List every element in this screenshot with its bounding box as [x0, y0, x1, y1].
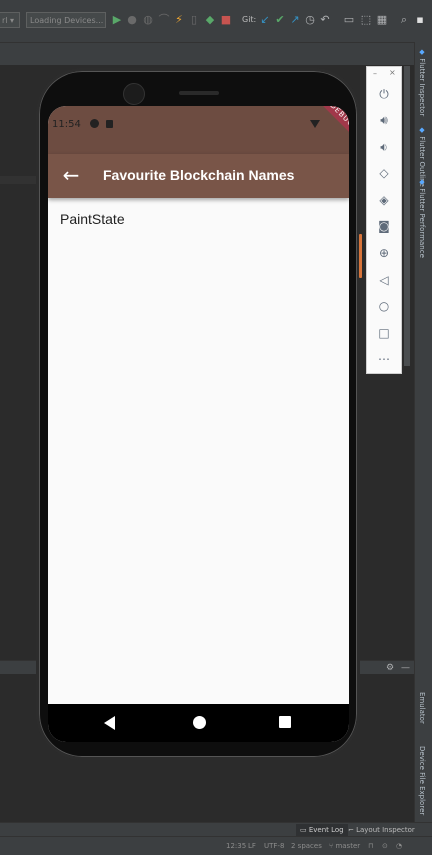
status-time: 11:54: [52, 119, 81, 130]
status-settings-icon: [90, 119, 99, 128]
stop-icon[interactable]: ■: [220, 13, 232, 27]
git-commit-icon[interactable]: ✔: [274, 13, 286, 27]
volume-down-icon[interactable]: 🔉︎: [367, 134, 401, 160]
editor-tab-strip: [0, 43, 414, 66]
gear-icon[interactable]: ⚙: [386, 661, 394, 675]
rotate-left-icon[interactable]: ◇: [367, 160, 401, 186]
app-bar: ← Favourite Blockchain Names: [48, 154, 349, 198]
panel-close-icon[interactable]: ×: [389, 68, 396, 77]
inspector-icon[interactable]: ⊙: [382, 837, 388, 855]
more-icon[interactable]: ⋯: [367, 346, 401, 372]
volume-up-icon[interactable]: 🔊︎: [367, 107, 401, 133]
flutter-inspector-label: Flutter Inspector: [418, 58, 426, 117]
emulator-control-panel: – × ⏻ 🔊︎ 🔉︎ ◇ ◈ ◙ ⊕ ◁ ○ □ ⋯: [366, 66, 402, 374]
status-sim-icon: [106, 120, 113, 128]
device-manager-icon[interactable]: ▦: [376, 13, 388, 27]
editor-highlight: [0, 176, 36, 184]
nav-overview-icon[interactable]: [279, 716, 291, 728]
zoom-icon[interactable]: ⊕: [367, 240, 401, 266]
notification-icon[interactable]: ◔: [396, 837, 402, 855]
overview-icon[interactable]: □: [367, 320, 401, 346]
appbar-title: Favourite Blockchain Names: [103, 167, 295, 183]
flutter-performance-tab[interactable]: ◆ Flutter Performance: [418, 178, 426, 258]
body-text: PaintState: [60, 211, 125, 227]
wifi-icon: [310, 120, 320, 128]
indent-setting[interactable]: 2 spaces: [291, 837, 322, 855]
hot-restart-icon[interactable]: ▯: [188, 13, 200, 27]
back-arrow-icon[interactable]: ←: [60, 162, 82, 188]
nav-home-icon[interactable]: [193, 716, 206, 729]
caret-position[interactable]: 12:35: [226, 837, 246, 855]
back-icon[interactable]: ◁: [367, 267, 401, 293]
debug-icon[interactable]: ●: [126, 13, 138, 27]
camera-icon[interactable]: ◙: [367, 213, 401, 239]
editor-scrollbar[interactable]: [404, 66, 410, 366]
git-branch-label: master: [335, 842, 361, 850]
panel-minimize-icon[interactable]: –: [373, 69, 377, 78]
git-push-icon[interactable]: ↗: [289, 13, 301, 27]
emulator-tab[interactable]: Emulator: [418, 692, 426, 724]
phone-speaker: [179, 91, 219, 95]
device-combo-label: Loading Devices...: [30, 16, 104, 25]
rotate-right-icon[interactable]: ◈: [367, 187, 401, 213]
phone-side-button: [359, 234, 362, 278]
sdk-manager-icon[interactable]: ⬚: [360, 13, 372, 27]
phone-screen: 11:54 DEBUG ← Favourite Blockchain Names…: [48, 106, 349, 742]
device-file-explorer-label: Device File Explorer: [418, 746, 426, 816]
emulator-label: Emulator: [418, 692, 426, 724]
layout-inspector-tab[interactable]: ⌐ Layout Inspector: [348, 824, 415, 836]
android-status-bar: 11:54 DEBUG: [48, 106, 349, 154]
file-encoding[interactable]: UTF-8: [264, 837, 284, 855]
run-config-combo[interactable]: rl ▾: [0, 12, 20, 28]
git-history-icon[interactable]: ◷: [304, 13, 316, 27]
status-bar: 12:35 LF UTF-8 2 spaces ⑂ master ⊓ ⊙ ◔: [0, 836, 432, 855]
right-tool-strip: ◆ Flutter Inspector ◆ Flutter Outline ◆ …: [414, 42, 432, 822]
line-separator[interactable]: LF: [248, 837, 256, 855]
debug-banner-label: DEBUG: [328, 106, 349, 129]
home-icon[interactable]: ○: [367, 293, 401, 319]
git-label: Git:: [242, 15, 257, 24]
event-log-label: Event Log: [308, 826, 344, 834]
search-icon[interactable]: ⌕: [398, 13, 410, 27]
power-icon[interactable]: ⏻: [367, 81, 401, 107]
hot-reload-icon[interactable]: ⚡: [173, 13, 185, 27]
minimize-icon[interactable]: —: [401, 661, 410, 675]
device-file-explorer-tab[interactable]: Device File Explorer: [418, 746, 426, 815]
git-branch[interactable]: ⑂ master: [329, 837, 360, 855]
layout-inspector-label: Layout Inspector: [356, 826, 415, 834]
lock-icon[interactable]: ⊓: [368, 837, 373, 855]
flutter-performance-label: Flutter Performance: [418, 188, 426, 258]
device-combo[interactable]: Loading Devices... ▾: [26, 12, 106, 28]
bottom-tool-tabs: ▭ Event Log ⌐ Layout Inspector: [0, 822, 432, 837]
profile-icon[interactable]: ◍: [142, 13, 154, 27]
window-icon[interactable]: ▪: [414, 13, 426, 27]
ide-toolbar: rl ▾ Loading Devices... ▾ ▶ ● ◍ ⌒ ⚡ ▯ ◆ …: [0, 0, 432, 43]
attach-icon[interactable]: ⌒: [158, 13, 170, 27]
event-log-tab[interactable]: ▭ Event Log: [296, 824, 348, 836]
phone-camera-icon: [123, 83, 145, 105]
git-rollback-icon[interactable]: ↶: [319, 13, 331, 27]
android-icon[interactable]: ◆: [204, 13, 216, 27]
avd-manager-icon[interactable]: ▭: [343, 13, 355, 27]
flutter-inspector-tab[interactable]: ◆ Flutter Inspector: [418, 48, 426, 116]
git-update-icon[interactable]: ↙: [259, 13, 271, 27]
android-nav-bar: [48, 704, 349, 742]
run-icon[interactable]: ▶: [111, 13, 123, 27]
run-config-label: rl: [2, 16, 8, 25]
nav-back-icon[interactable]: [104, 716, 115, 730]
